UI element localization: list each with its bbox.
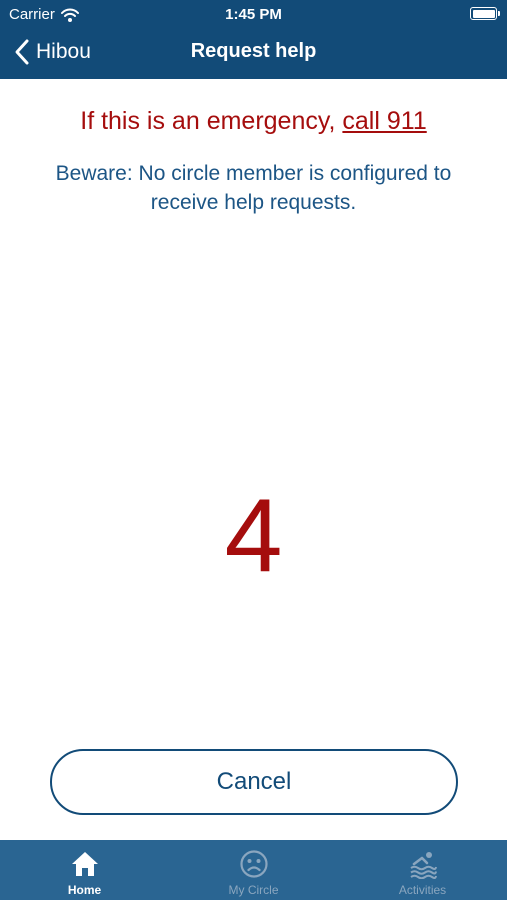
tab-my-circle[interactable]: My Circle <box>169 840 338 900</box>
tab-my-circle-label: My Circle <box>228 883 279 897</box>
no-circle-warning: Beware: No circle member is configured t… <box>55 162 452 214</box>
status-time: 1:45 PM <box>225 6 282 23</box>
tab-activities[interactable]: Activities <box>338 840 507 900</box>
emergency-text: If this is an emergency, <box>80 107 343 135</box>
tab-home[interactable]: Home <box>0 840 169 900</box>
battery-icon <box>470 7 500 20</box>
sad-face-icon <box>239 850 268 878</box>
tab-bar: Home My Circle Activities <box>0 840 507 900</box>
call-911-link[interactable]: call 911 <box>342 107 426 135</box>
page-title: Request help <box>190 40 317 62</box>
tab-activities-label: Activities <box>398 883 447 897</box>
status-bar: Carrier 1:45 PM <box>0 0 507 28</box>
tab-home-label: Home <box>67 883 102 897</box>
swimmer-icon <box>409 852 437 879</box>
emergency-notice: If this is an emergency, call 911 <box>0 107 507 136</box>
navigation-header: Carrier 1:45 PM Hibou Request help <box>0 0 507 79</box>
home-icon <box>71 852 98 876</box>
countdown-number: 4 <box>224 478 283 594</box>
cancel-button[interactable]: Cancel <box>50 749 458 815</box>
